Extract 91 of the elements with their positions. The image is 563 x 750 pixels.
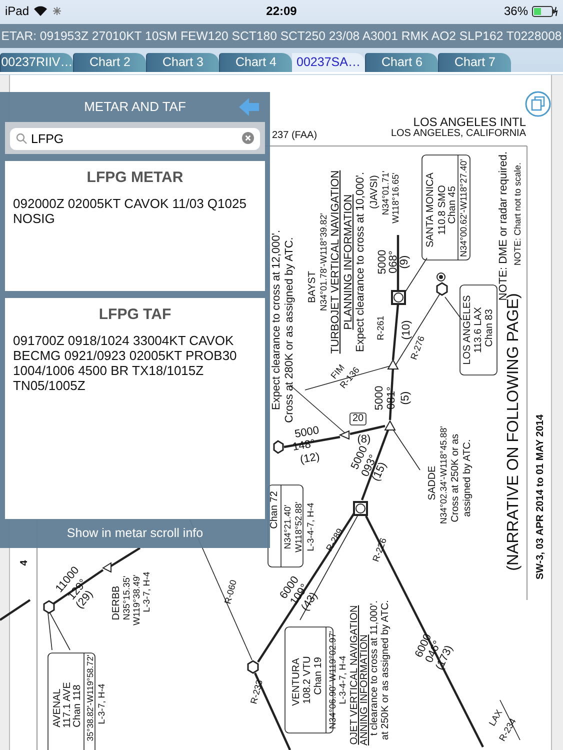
chart-label: 113.6 LAX: [474, 307, 484, 353]
chart-label: N34°01.71': [382, 170, 390, 216]
chart-label: 081°: [386, 386, 398, 410]
chart-label: t clearance to cross at 11,000'.: [370, 600, 380, 736]
chart-label: SANTA MONICA: [426, 172, 436, 248]
chart-label: Chan 45: [448, 186, 458, 224]
report-title: LFPG TAF: [98, 305, 172, 325]
chart-label: 35°38.82'-W119°58.72': [86, 654, 94, 742]
chart-label: BAYST: [308, 270, 318, 304]
back-arrow-icon[interactable]: [238, 97, 260, 117]
chart-tab[interactable]: Chart 7: [438, 53, 511, 72]
chart-label: VENTURA: [292, 658, 302, 706]
chart-tab[interactable]: Chart 4: [219, 53, 292, 72]
chart-label: Cross at 280K or as assigned by ATC.: [284, 237, 296, 423]
chart-label: 117.1 AVE: [63, 682, 73, 728]
chart-label: W118°52.88': [294, 502, 304, 552]
chart-label: R-261: [376, 316, 386, 340]
chart-label: L-3-4-7, H-4: [306, 502, 316, 552]
metar-text: ETAR: 091953Z 27010KT 10SM FEW120 SCT180 SCT250 23/08 A3001 RMK AO2 SLP162 T0228008: [1, 28, 562, 45]
chart-tab[interactable]: 00237RIIV…: [0, 53, 73, 72]
chart-label: LOS ANGELES INTL: [413, 116, 526, 128]
chart-label: DERBB: [112, 586, 122, 620]
chart-label: Expect clearance to cross at 12,000'.: [272, 230, 282, 410]
search-field[interactable]: LFPG: [10, 128, 260, 150]
report-text: 091700Z 0918/1024 33004KT CAVOK BECMG 0921/0923 02005KT PROB30 1004/1006 4500 BR TX18/1015Z TN05/1005Z: [13, 332, 238, 392]
chart-label: 110.8 SMO: [438, 185, 448, 235]
pages-icon[interactable]: [525, 91, 551, 117]
chart-label: (NARRATIVE ON FOLLOWING PAGE): [506, 293, 522, 571]
chart-tab[interactable]: Chart 6: [365, 53, 438, 72]
chart-label: PLANNING INFORMATION: [344, 194, 354, 330]
chart-label: Chan 118: [73, 684, 83, 728]
chart-label: N34°01.78'-W118°39.82': [320, 212, 328, 312]
chart-label: TURBOJET VERTICAL NAVIGATION: [330, 170, 342, 354]
chart-label: SW-3, 03 APR 2014 to 01 MAY 2014: [536, 414, 546, 580]
chart-label: 108.2 VTU: [303, 656, 313, 704]
chart-label: SADDE: [428, 466, 438, 500]
chart-label: N34°06.90'-W119°02.97': [328, 630, 338, 730]
chart-label: N35°15.35': [122, 576, 132, 620]
chart-label: R-226: [372, 536, 388, 564]
chart-label: (12): [299, 452, 321, 466]
chart-label: L-3-4-7, H-4: [338, 656, 348, 704]
chart-label: at 250K or as assigned by ATC.: [381, 600, 391, 740]
chart-label: Expect clearance to cross at 10,000'.: [356, 172, 366, 352]
panel-title: METAR AND TAF: [84, 98, 186, 116]
chart-label: Chan 19: [314, 657, 324, 695]
chart-label: R-233: [249, 679, 265, 705]
chart-label: (JAVSI): [370, 175, 380, 209]
chart-label: R-276: [410, 334, 426, 362]
chart-label: AVENAL: [53, 688, 63, 728]
chart-label: 4: [20, 560, 30, 566]
battery-charging-icon: [532, 6, 558, 16]
chart-label: 5000: [374, 386, 386, 410]
chart-tab[interactable]: Chart 3: [146, 53, 219, 72]
chart-label: 148°: [292, 438, 316, 454]
activity-icon: [53, 7, 62, 15]
chart-label: 20: [352, 414, 364, 424]
chart-label: (5): [400, 391, 412, 405]
chart-label: W119°38.49': [132, 574, 142, 626]
chart-label: Chan 83: [485, 309, 495, 347]
chart-label: OJET VERTICAL NAVIGATION: [350, 605, 360, 745]
device-name: iPad: [5, 3, 30, 20]
chart-label: Cross at 250K or as: [451, 434, 461, 522]
chart-label: R-060: [223, 579, 239, 605]
chart-label: 5000: [378, 250, 388, 274]
chart-label: N34°00.62'-W118°27.40': [460, 158, 468, 258]
chart-label: (10): [402, 320, 412, 340]
chart-label: (8): [357, 434, 371, 446]
chart-label: 237 (FAA): [272, 131, 318, 141]
clock-time: 22:09: [266, 3, 297, 20]
chart-label: N34°21.40': [284, 504, 292, 550]
chart-label: N34°02.34'-W118°45.88': [440, 426, 448, 524]
chart-label: ANNING INFORMATION: [360, 634, 370, 746]
battery-percent: 36%: [504, 3, 528, 20]
chart-label: LOS ANGELES: [463, 295, 473, 365]
chart-label: assigned by ATC.: [463, 439, 473, 517]
report-title: LFPG METAR: [86, 168, 184, 188]
search-icon: [16, 132, 27, 144]
clear-icon[interactable]: [242, 132, 254, 144]
chart-label: W118°16.65': [392, 172, 400, 224]
chart-label: NOTE: Chart not to scale.: [514, 162, 522, 266]
wifi-icon: [34, 6, 48, 16]
chart-label: (9): [400, 255, 410, 269]
chart-label: L-3-7, H-4: [98, 684, 106, 724]
chart-tab[interactable]: Chart 2: [73, 53, 146, 72]
chart-label: Chan 72: [270, 491, 280, 529]
show-in-scroll-link[interactable]: Show in metar scroll info: [66, 524, 204, 543]
chart-label: LOS ANGELES, CALIFORNIA: [390, 129, 526, 139]
chart-tab[interactable]: 00237SA…: [292, 53, 365, 72]
report-text: 092000Z 02005KT CAVOK 11/03 Q1025 NOSIG: [13, 196, 248, 226]
chart-label: L-3-7, H-4: [142, 572, 152, 612]
chart-label: 068°: [388, 250, 400, 274]
